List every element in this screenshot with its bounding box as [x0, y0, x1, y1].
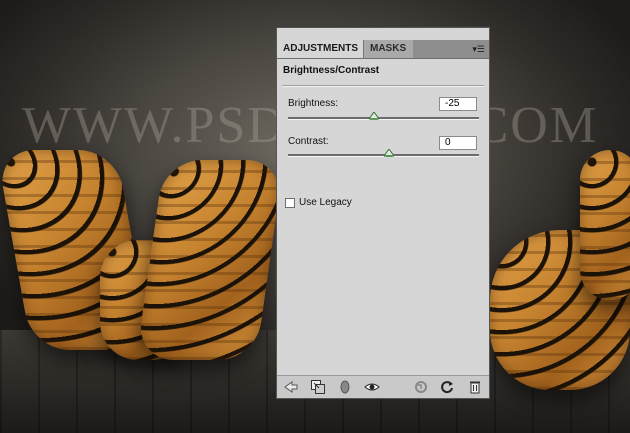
title-divider	[282, 85, 484, 87]
contrast-slider[interactable]	[288, 149, 479, 157]
contrast-label: Contrast:	[288, 136, 329, 147]
use-legacy-checkbox[interactable]	[285, 198, 295, 208]
view-previous-state-icon[interactable]	[413, 379, 429, 395]
back-arrow-icon[interactable]	[283, 379, 299, 395]
delete-icon[interactable]	[467, 379, 483, 395]
panel-footer	[277, 375, 489, 398]
use-legacy-label: Use Legacy	[299, 197, 352, 208]
brightness-label: Brightness:	[288, 98, 339, 109]
adjustment-title: Brightness/Contrast	[283, 65, 380, 76]
brightness-input[interactable]: -25	[439, 97, 477, 111]
wooden-letter-far-right	[580, 150, 630, 300]
clip-to-layer-icon[interactable]	[310, 379, 326, 395]
layer-mask-icon[interactable]	[337, 379, 353, 395]
tab-adjustments[interactable]: ADJUSTMENTS	[277, 40, 363, 58]
adjustments-panel: ADJUSTMENTS MASKS ▾☰ Brightness/Contrast…	[276, 27, 490, 399]
brightness-slider[interactable]	[288, 112, 479, 120]
panel-menu-icon[interactable]: ▾☰	[472, 44, 485, 55]
panel-tabs: ADJUSTMENTS MASKS ▾☰	[277, 40, 489, 59]
visibility-eye-icon[interactable]	[364, 379, 380, 395]
tab-masks[interactable]: MASKS	[363, 40, 413, 58]
contrast-input[interactable]: 0	[439, 136, 477, 150]
reset-icon[interactable]	[439, 379, 455, 395]
